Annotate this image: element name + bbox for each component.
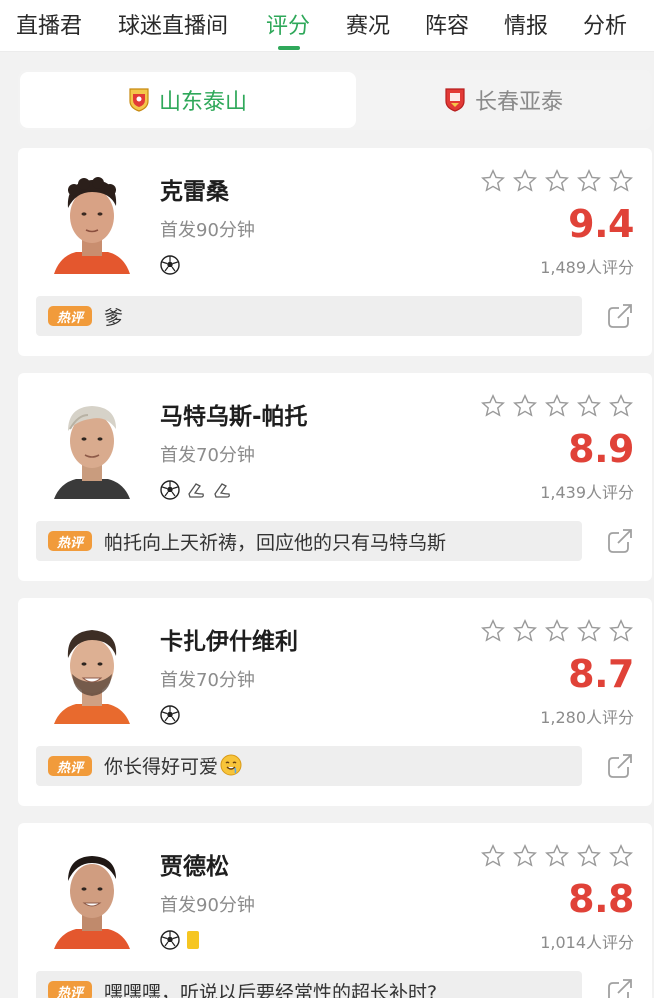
- share-icon[interactable]: [606, 302, 634, 330]
- star-icon[interactable]: [512, 618, 538, 644]
- player-name: 克雷桑: [160, 179, 229, 205]
- away-team-name: 长春亚泰: [474, 90, 563, 115]
- player-name: 卡扎伊什维利: [160, 629, 298, 655]
- yellow-card-icon: [187, 931, 199, 949]
- star-icon[interactable]: [480, 618, 506, 644]
- player-avatar: [54, 177, 130, 274]
- active-tab-indicator: [278, 46, 300, 50]
- player-score: 9.4: [568, 202, 634, 246]
- tab-ratings[interactable]: 评分: [266, 8, 310, 40]
- share-icon[interactable]: [606, 752, 634, 780]
- hot-comment[interactable]: 热评 帕托向上天祈祷，回应他的只有马特乌斯: [36, 521, 582, 561]
- start-minutes: 首发70分钟: [160, 670, 255, 691]
- top-nav: 直播君 球迷直播间 评分 赛况 阵容 情报 分析: [0, 0, 654, 52]
- event-icons: [160, 254, 180, 276]
- home-team-badge-icon: [129, 88, 149, 112]
- star-icon[interactable]: [480, 843, 506, 869]
- home-team-name: 山东泰山: [158, 90, 247, 115]
- team-tab-home[interactable]: 山东泰山: [20, 72, 356, 128]
- hot-comment-text: 嘿嘿嘿，听说以后要经常性的超长补时?: [104, 981, 438, 998]
- share-icon[interactable]: [606, 527, 634, 555]
- hot-comment[interactable]: 热评 爹: [36, 296, 582, 336]
- player-avatar: [54, 856, 130, 949]
- player-card[interactable]: 克雷桑 首发90分钟 9.4 1,489人评分 热评 爹: [18, 148, 652, 356]
- player-card[interactable]: 卡扎伊什维利 首发70分钟 8.7 1,280人评分 热评 你长得好可爱: [18, 598, 652, 806]
- hot-comment-tag: 热评: [48, 756, 92, 776]
- star-icon[interactable]: [480, 168, 506, 194]
- rating-count: 1,489人评分: [540, 258, 634, 277]
- player-avatar: [54, 630, 130, 724]
- player-score: 8.9: [568, 427, 634, 471]
- star-icon[interactable]: [576, 168, 602, 194]
- hot-comment-tag: 热评: [48, 306, 92, 326]
- tab-fan-room[interactable]: 球迷直播间: [118, 8, 228, 40]
- player-card[interactable]: 贾德松 首发90分钟 8.8 1,014人评分 热评 嘿嘿嘿，听说以后要经常性的…: [18, 823, 652, 998]
- event-icons: [160, 479, 232, 501]
- team-tab-away[interactable]: 长春亚泰: [358, 70, 650, 130]
- ball-icon: [160, 930, 180, 950]
- player-score: 8.8: [568, 877, 634, 921]
- player-score: 8.7: [568, 652, 634, 696]
- star-icon[interactable]: [576, 843, 602, 869]
- hot-comment-body: 你长得好可爱: [104, 755, 219, 778]
- star-rating[interactable]: [480, 843, 634, 869]
- player-avatar: [54, 406, 130, 499]
- hot-comment-text: 帕托向上天祈祷，回应他的只有马特乌斯: [104, 531, 447, 554]
- drooling-emoji-icon: [220, 754, 242, 781]
- ball-icon: [160, 480, 180, 500]
- star-icon[interactable]: [608, 168, 634, 194]
- star-icon[interactable]: [544, 843, 570, 869]
- hot-comment-text: 爹: [104, 306, 124, 329]
- player-card[interactable]: 马特乌斯-帕托 首发70分钟 8.9 1,439人评分 热评 帕托向上天祈祷，回…: [18, 373, 652, 581]
- star-icon[interactable]: [608, 618, 634, 644]
- rating-count: 1,280人评分: [540, 708, 634, 727]
- star-icon[interactable]: [512, 843, 538, 869]
- team-switcher: 山东泰山 长春亚泰: [18, 70, 652, 130]
- hot-comment-tag: 热评: [48, 531, 92, 551]
- tab-live-host[interactable]: 直播君: [16, 8, 82, 40]
- hot-comment[interactable]: 热评 嘿嘿嘿，听说以后要经常性的超长补时?: [36, 971, 582, 998]
- hot-comment-text: 你长得好可爱: [104, 752, 242, 781]
- tab-intel[interactable]: 情报: [504, 8, 548, 40]
- star-icon[interactable]: [576, 618, 602, 644]
- away-team-badge-icon: [445, 88, 465, 112]
- start-minutes: 首发90分钟: [160, 895, 255, 916]
- star-rating[interactable]: [480, 168, 634, 194]
- star-icon[interactable]: [544, 168, 570, 194]
- player-name: 贾德松: [160, 854, 229, 880]
- star-icon[interactable]: [512, 393, 538, 419]
- tab-match-status[interactable]: 赛况: [346, 8, 390, 40]
- start-minutes: 首发90分钟: [160, 220, 255, 241]
- star-icon[interactable]: [576, 393, 602, 419]
- boot-icon: [188, 483, 204, 498]
- boot-icon: [214, 483, 230, 498]
- event-icons: [160, 929, 200, 951]
- hot-comment-tag: 热评: [48, 981, 92, 998]
- player-name: 马特乌斯-帕托: [160, 404, 308, 430]
- star-icon[interactable]: [608, 393, 634, 419]
- event-icons: [160, 704, 180, 726]
- star-icon[interactable]: [544, 393, 570, 419]
- ball-icon: [160, 705, 180, 725]
- hot-comment[interactable]: 热评 你长得好可爱: [36, 746, 582, 786]
- ball-icon: [160, 255, 180, 275]
- rating-count: 1,439人评分: [540, 483, 634, 502]
- share-icon[interactable]: [606, 977, 634, 998]
- tab-analysis[interactable]: 分析: [583, 8, 627, 40]
- star-rating[interactable]: [480, 618, 634, 644]
- start-minutes: 首发70分钟: [160, 445, 255, 466]
- star-icon[interactable]: [544, 618, 570, 644]
- star-icon[interactable]: [512, 168, 538, 194]
- star-icon[interactable]: [480, 393, 506, 419]
- rating-count: 1,014人评分: [540, 933, 634, 952]
- star-icon[interactable]: [608, 843, 634, 869]
- star-rating[interactable]: [480, 393, 634, 419]
- tab-lineup[interactable]: 阵容: [425, 8, 469, 40]
